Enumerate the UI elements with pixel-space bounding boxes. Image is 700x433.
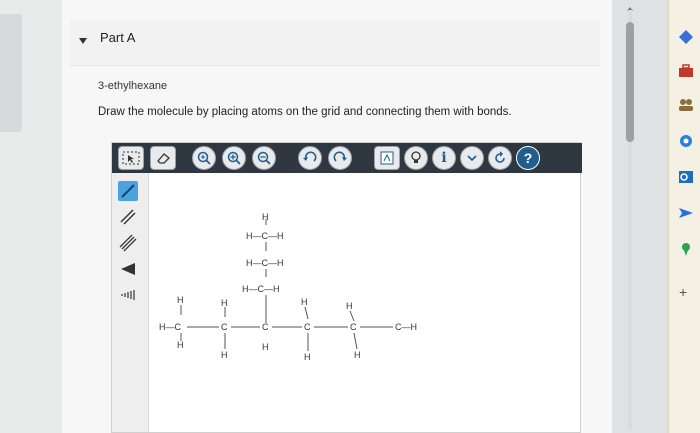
help-label: ?	[523, 150, 533, 166]
atom-h-c1-top[interactable]: H	[177, 296, 184, 305]
atom-h-c3-bottom[interactable]: H	[262, 343, 269, 352]
reset-icon[interactable]	[488, 146, 512, 170]
zoom-out-icon[interactable]	[252, 146, 276, 170]
zoom-in-icon[interactable]	[222, 146, 246, 170]
more-dropdown-icon[interactable]	[460, 146, 484, 170]
diamond-icon[interactable]	[677, 28, 695, 46]
atom-h-top[interactable]: H	[262, 213, 269, 222]
question-panel: Part A 3-ethylhexane Draw the molecule b…	[62, 0, 612, 433]
atom-c4[interactable]: C	[304, 323, 311, 332]
hash-bond-icon[interactable]	[118, 285, 138, 305]
info-label: i	[441, 150, 447, 166]
editor-toolbar: i ?	[112, 143, 582, 173]
wedge-bond-icon[interactable]	[118, 259, 138, 279]
atom-c6[interactable]: C—H	[395, 323, 417, 332]
info-icon[interactable]: i	[432, 146, 456, 170]
zoom-fit-icon[interactable]	[192, 146, 216, 170]
undo-icon[interactable]	[298, 146, 322, 170]
help-icon[interactable]: ?	[516, 146, 540, 170]
double-bond-icon[interactable]	[118, 207, 138, 227]
atom-h-c4-top[interactable]: H	[301, 298, 308, 307]
atom-h-c2-bottom[interactable]: H	[221, 351, 228, 360]
redo-icon[interactable]	[328, 146, 352, 170]
atom-h-c4-bottom[interactable]: H	[304, 353, 311, 362]
select-icon[interactable]	[118, 146, 144, 170]
add-plus-icon[interactable]: +	[679, 284, 687, 300]
bond-lines	[180, 219, 393, 351]
single-bond-icon[interactable]	[118, 181, 138, 201]
hint-bulb-icon[interactable]	[404, 146, 428, 170]
atom-ch2-upper[interactable]: H—C—H	[246, 259, 284, 268]
drawing-editor: i ? H H—C—H H—C—H H—C—H H H—C H H C H C …	[111, 142, 582, 433]
atom-h-c1-bottom[interactable]: H	[177, 341, 184, 350]
atom-h-c5-top[interactable]: H	[346, 302, 353, 311]
toolbox-icon[interactable]	[677, 62, 695, 80]
blue-circle-icon[interactable]	[677, 132, 695, 150]
part-header[interactable]: Part A	[70, 20, 600, 66]
molecule-name: 3-ethylhexane	[98, 80, 168, 92]
right-dock: +	[668, 0, 700, 433]
scroll-up-icon[interactable]	[626, 0, 634, 11]
people-icon[interactable]	[677, 96, 695, 114]
atom-c3[interactable]: C	[262, 323, 269, 332]
templates-icon[interactable]	[374, 146, 400, 170]
collapse-triangle-icon[interactable]	[76, 34, 90, 48]
eraser-icon[interactable]	[150, 146, 176, 170]
instructions: Draw the molecule by placing atoms on th…	[98, 106, 512, 118]
left-strip	[0, 0, 62, 433]
drawing-canvas[interactable]: H H—C—H H—C—H H—C—H H H—C H H C H C H H …	[148, 173, 580, 432]
page-scrollbar[interactable]	[626, 10, 634, 430]
triple-bond-icon[interactable]	[118, 233, 138, 253]
scrollbar-thumb[interactable]	[626, 22, 634, 142]
atom-h-c5-bottom[interactable]: H	[354, 351, 361, 360]
atom-h-c2-top[interactable]: H	[221, 299, 228, 308]
left-strip-tab	[0, 14, 22, 132]
outlook-icon[interactable]	[677, 168, 695, 186]
atom-ch2-lower[interactable]: H—C—H	[242, 285, 280, 294]
atom-ch3[interactable]: H—C—H	[246, 232, 284, 241]
bond-toolbar	[112, 173, 148, 432]
atom-c2[interactable]: C	[221, 323, 228, 332]
part-title: Part A	[100, 30, 136, 45]
pin-icon[interactable]	[677, 240, 695, 258]
send-arrow-icon[interactable]	[677, 204, 695, 222]
atom-c1[interactable]: H—C	[159, 323, 181, 332]
atom-c5[interactable]: C	[350, 323, 357, 332]
